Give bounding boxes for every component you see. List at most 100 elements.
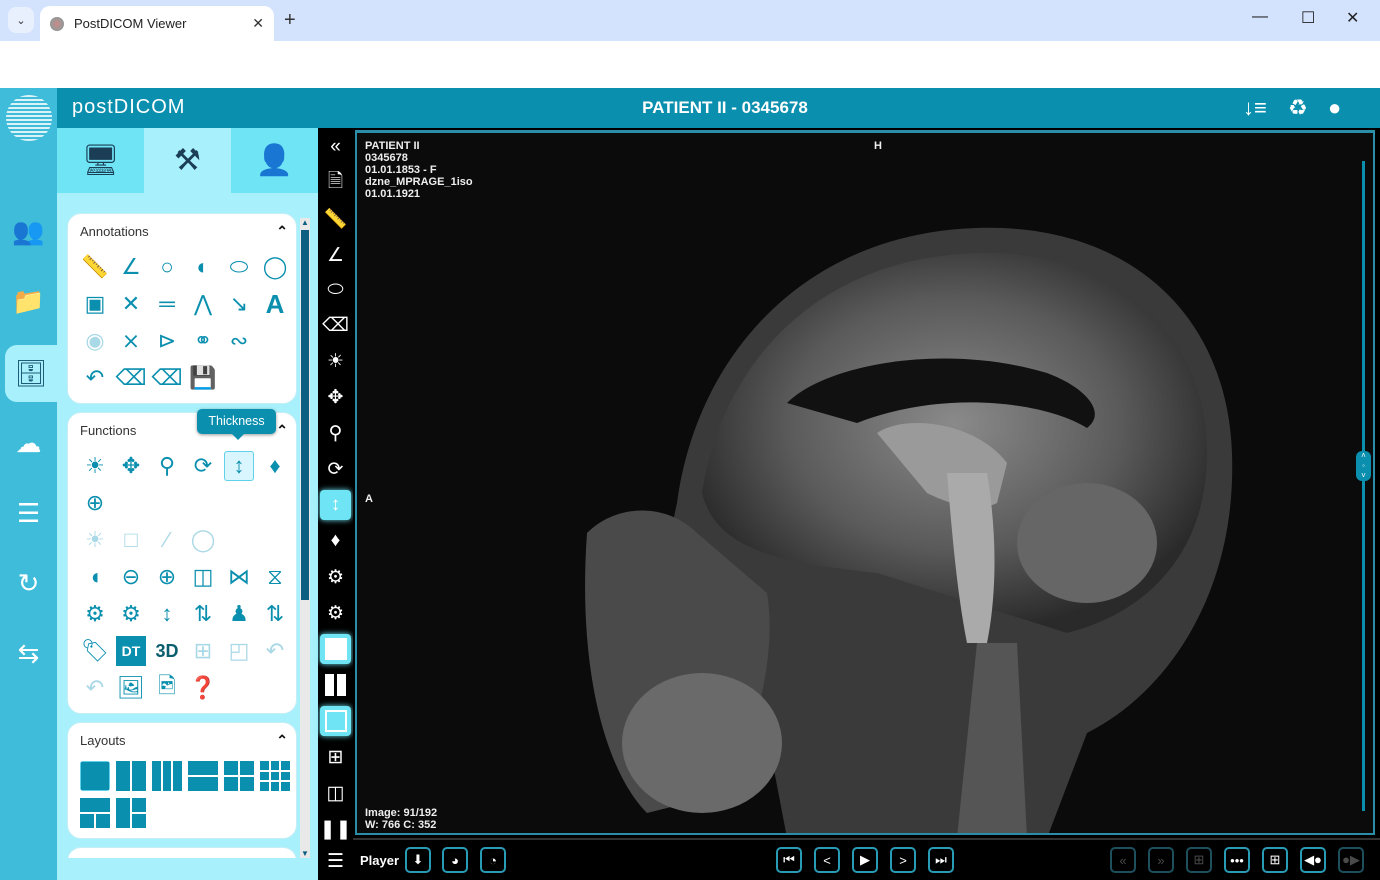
point-icon[interactable]: ◉: [80, 326, 110, 356]
previous-layout-button[interactable]: ⊞: [1186, 847, 1212, 873]
layout-1x2[interactable]: [116, 761, 146, 791]
thickness-icon[interactable]: ↕: [224, 451, 254, 481]
tab-search-button[interactable]: ⌄: [8, 7, 34, 33]
dicom-tags-icon[interactable]: DT: [116, 636, 146, 666]
hatched-circle-icon[interactable]: ◐: [188, 252, 218, 282]
crosshair-icon[interactable]: ⊕: [80, 488, 110, 518]
collapse-icon[interactable]: ⌃: [276, 732, 288, 749]
reset-brightness-icon[interactable]: ⚙: [116, 599, 146, 629]
play-button[interactable]: ▶: [852, 847, 878, 873]
grid-points-icon[interactable]: ⊞: [188, 636, 218, 666]
first-image-button[interactable]: ⏮: [776, 847, 802, 873]
nav-transfer[interactable]: ⇆: [0, 626, 57, 680]
undo-icon[interactable]: ↶: [80, 363, 110, 393]
image-save-icon[interactable]: 🖻: [152, 673, 182, 703]
layout-1-left-2-right[interactable]: [116, 798, 146, 828]
nav-upload[interactable]: ☁: [0, 416, 57, 470]
zoom-icon[interactable]: ⚲: [320, 418, 351, 448]
text-icon[interactable]: A: [260, 289, 290, 319]
layout-3x3[interactable]: [260, 761, 290, 791]
pan-icon[interactable]: ✥: [320, 382, 351, 412]
more-button[interactable]: •••: [1224, 847, 1250, 873]
next-patient-button[interactable]: ●▶: [1338, 847, 1364, 873]
close-window-icon[interactable]: ✕: [1346, 8, 1359, 28]
viewport-frame[interactable]: PATIENT II 0345678 01.01.1853 - F dzne_M…: [355, 130, 1375, 835]
stack-scroll-icon[interactable]: ♦: [260, 451, 290, 481]
crop-icon[interactable]: □: [116, 525, 146, 555]
layout-2x1[interactable]: [188, 761, 218, 791]
layout-three-columns-icon[interactable]: ❚❚: [320, 814, 352, 844]
3d-icon[interactable]: 3D: [152, 636, 182, 666]
window-level-icon[interactable]: ☀: [320, 346, 351, 376]
angle-icon[interactable]: ∠: [116, 252, 146, 282]
pan-icon[interactable]: ✥: [116, 451, 146, 481]
reset-brightness-icon[interactable]: ⚙: [320, 598, 351, 628]
collapse-icon[interactable]: ⌃: [276, 422, 288, 439]
panel-scrollbar[interactable]: ▲ ▼: [300, 218, 310, 858]
rectangle-roi-icon[interactable]: ▣: [80, 289, 110, 319]
nav-sync[interactable]: ↻: [0, 556, 57, 610]
rotate-icon[interactable]: ⟳: [320, 454, 351, 484]
angle-icon[interactable]: ∠: [320, 240, 351, 270]
maximize-icon[interactable]: ☐: [1301, 8, 1315, 28]
previous-series-button[interactable]: «: [1110, 847, 1136, 873]
parallel-lines-icon[interactable]: ═: [152, 289, 182, 319]
person-icon[interactable]: ♟: [224, 599, 254, 629]
cross-measure-icon[interactable]: ✕: [116, 289, 146, 319]
layout-2x2[interactable]: [224, 761, 254, 791]
ruler-icon[interactable]: 📏: [80, 252, 110, 282]
bone-rotate-icon[interactable]: ↶: [260, 636, 290, 666]
invert-icon[interactable]: ◖: [80, 562, 110, 592]
sort-list-icon[interactable]: ↓≡: [1243, 95, 1267, 121]
image-download-icon[interactable]: 🖼: [116, 673, 146, 703]
layout-1x1[interactable]: [80, 761, 110, 791]
user-icon[interactable]: ●: [1328, 95, 1341, 121]
layout-1x3[interactable]: [152, 761, 182, 791]
diagonal-box-icon[interactable]: ◰: [224, 636, 254, 666]
layout-single-icon[interactable]: [320, 634, 351, 664]
postdicom-logo[interactable]: [0, 88, 57, 150]
circle-icon[interactable]: ○: [152, 252, 182, 282]
expand-vertical-icon[interactable]: ↕: [152, 599, 182, 629]
wave-line-icon[interactable]: ∾: [224, 326, 254, 356]
minimize-icon[interactable]: —: [1252, 8, 1268, 26]
polyline-icon[interactable]: ⋀: [188, 289, 218, 319]
browser-tab[interactable]: PostDICOM Viewer ✕: [40, 6, 274, 41]
roi-window-level-icon[interactable]: ☀: [80, 525, 110, 555]
spline-roi-icon[interactable]: ⚭: [188, 326, 218, 356]
stack-scroll-icon[interactable]: ♦: [320, 526, 351, 556]
close-tab-icon[interactable]: ✕: [252, 15, 264, 32]
previous-patient-button[interactable]: ◀●: [1300, 847, 1326, 873]
nav-search-list[interactable]: ☰: [0, 486, 57, 540]
undo-freehand-icon[interactable]: ↶: [80, 673, 110, 703]
scroll-down-icon[interactable]: ▼: [301, 849, 309, 858]
next-image-button[interactable]: >: [890, 847, 916, 873]
image-viewport[interactable]: PATIENT II 0345678 01.01.1853 - F dzne_M…: [353, 128, 1380, 838]
reset-icon[interactable]: ⚙: [80, 599, 110, 629]
collapse-vertical-icon[interactable]: ⇅: [188, 599, 218, 629]
next-layout-button[interactable]: ⊞: [1262, 847, 1288, 873]
user-help-icon[interactable]: ❓: [188, 673, 218, 703]
zoom-in-icon[interactable]: ⊕: [152, 562, 182, 592]
layout-frame-icon[interactable]: [320, 706, 351, 736]
flip-vertical-icon[interactable]: ⧖: [260, 562, 290, 592]
freehand-icon[interactable]: ◯: [188, 525, 218, 555]
ellipse-icon[interactable]: ⬭: [320, 275, 351, 305]
next-series-button[interactable]: »: [1148, 847, 1174, 873]
last-image-button[interactable]: ⏭: [928, 847, 954, 873]
slice-slider-track[interactable]: [1362, 161, 1365, 811]
freehand-roi-icon[interactable]: ◯: [260, 252, 290, 282]
thickness-icon[interactable]: ↕: [320, 490, 351, 520]
download-button[interactable]: ⬇: [405, 847, 431, 873]
zoom-icon[interactable]: ⚲: [152, 451, 182, 481]
tab-tools[interactable]: ⚒: [144, 128, 231, 193]
zoom-out-icon[interactable]: ⊖: [116, 562, 146, 592]
layout-rows-icon[interactable]: ☰: [320, 846, 351, 876]
nav-patients[interactable]: 👥: [0, 204, 57, 258]
slower-button[interactable]: ◕: [442, 847, 468, 873]
report-view-icon[interactable]: 🗎: [320, 168, 351, 198]
tab-patient-info[interactable]: 👤: [231, 128, 318, 193]
layout-1-top-2-bottom[interactable]: [80, 798, 110, 828]
rotate-icon[interactable]: ⟳: [188, 451, 218, 481]
ruler-icon[interactable]: 📏: [320, 204, 351, 234]
